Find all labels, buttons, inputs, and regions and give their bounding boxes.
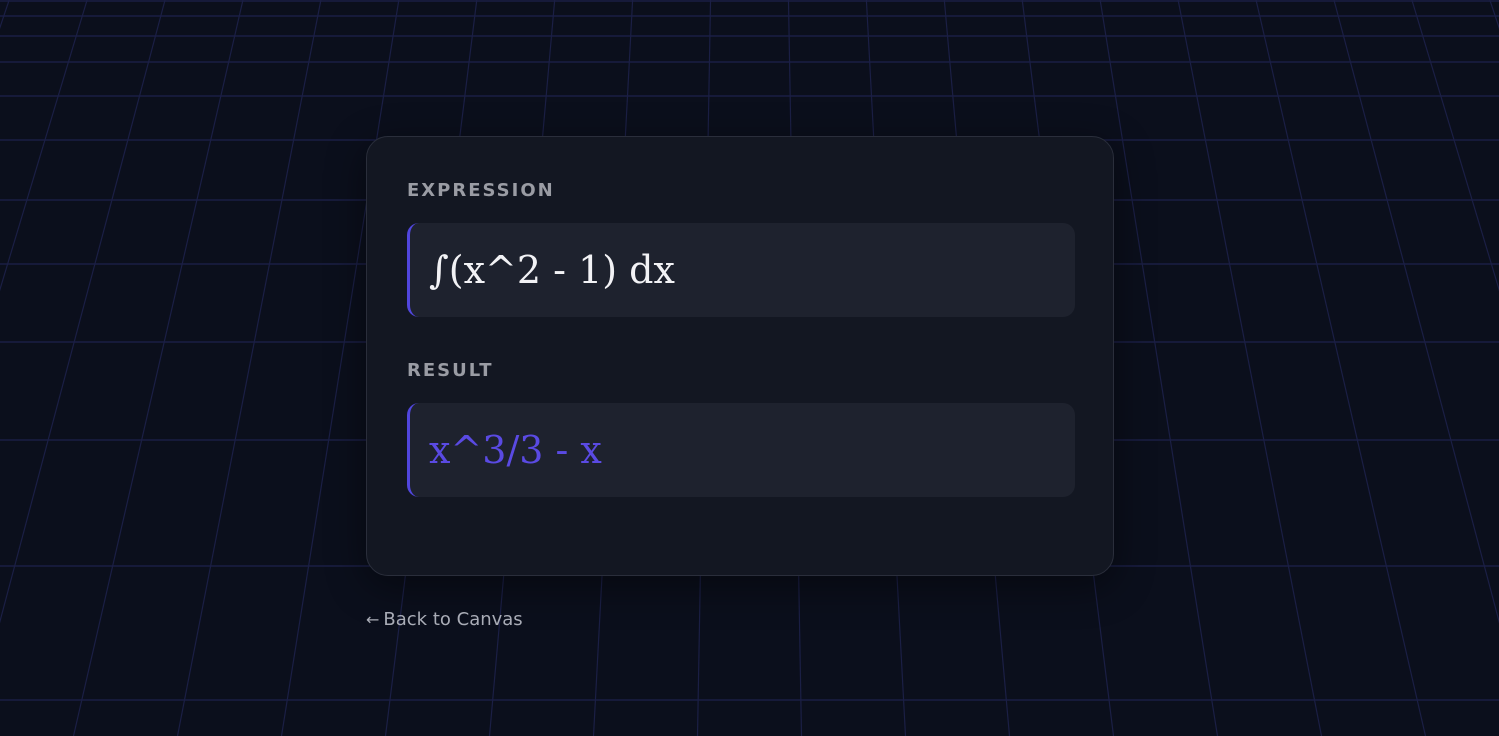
- grid-vertical-line: [0, 0, 88, 292]
- arrow-left-icon: ←: [366, 610, 380, 629]
- page-root: EXPRESSION ∫(x^2 - 1) dx RESULT x^3/3 - …: [0, 0, 1499, 736]
- result-field: x^3/3 - x: [407, 403, 1075, 497]
- grid-vertical-line: [1255, 0, 1427, 736]
- result-label: RESULT: [407, 360, 494, 381]
- back-to-canvas-link[interactable]: ← Back to Canvas: [366, 609, 523, 630]
- calculation-card: EXPRESSION ∫(x^2 - 1) dx RESULT x^3/3 - …: [366, 136, 1114, 576]
- expression-value: ∫(x^2 - 1) dx: [429, 248, 675, 292]
- result-value: x^3/3 - x: [429, 428, 602, 472]
- grid-vertical-line: [72, 0, 244, 736]
- grid-vertical-line: [1411, 0, 1499, 292]
- expression-field: ∫(x^2 - 1) dx: [407, 223, 1075, 317]
- expression-label: EXPRESSION: [407, 180, 555, 201]
- grid-vertical-line: [0, 0, 10, 30]
- grid-vertical-line: [1333, 0, 1499, 624]
- grid-vertical-line: [0, 0, 166, 624]
- back-to-canvas-label: Back to Canvas: [383, 609, 523, 630]
- grid-vertical-line: [1489, 0, 1499, 30]
